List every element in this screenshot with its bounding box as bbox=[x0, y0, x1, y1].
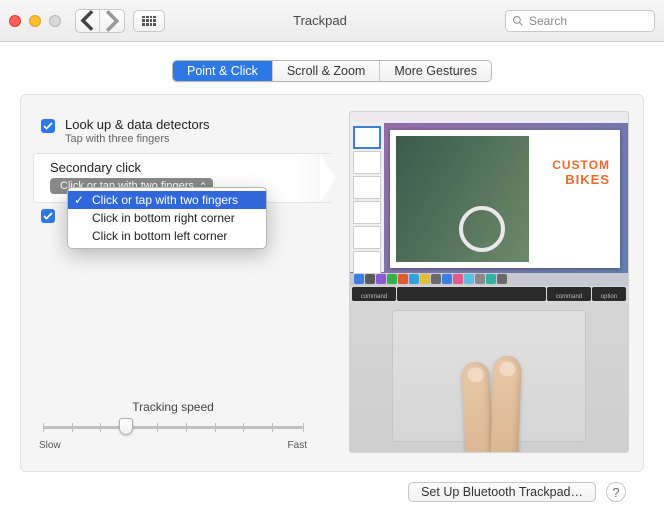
key-command-left: command bbox=[352, 287, 396, 301]
zoom-icon[interactable] bbox=[49, 15, 61, 27]
forward-button[interactable] bbox=[100, 10, 124, 32]
preview-text-1: CUSTOM bbox=[552, 158, 610, 172]
close-icon[interactable] bbox=[9, 15, 21, 27]
search-placeholder: Search bbox=[529, 14, 567, 28]
slider-thumb[interactable] bbox=[119, 418, 133, 435]
lookup-checkbox[interactable] bbox=[41, 119, 55, 133]
help-button[interactable]: ? bbox=[606, 482, 626, 502]
titlebar: Trackpad Search bbox=[0, 0, 664, 42]
grid-icon bbox=[142, 16, 156, 26]
fingers-illustration bbox=[434, 344, 554, 452]
check-icon: ✓ bbox=[74, 193, 84, 207]
options-column: Look up & data detectors Tap with three … bbox=[35, 111, 331, 453]
tracking-label: Tracking speed bbox=[35, 400, 311, 414]
key-option: option bbox=[592, 287, 626, 301]
content: Point & Click Scroll & Zoom More Gesture… bbox=[0, 42, 664, 514]
tab-point-click[interactable]: Point & Click bbox=[173, 61, 273, 81]
tab-scroll-zoom[interactable]: Scroll & Zoom bbox=[273, 61, 381, 81]
preview-column: CUSTOM BIKES command command option bbox=[349, 111, 629, 453]
tabbar: Point & Click Scroll & Zoom More Gesture… bbox=[20, 60, 644, 82]
secondary-dropdown: ✓ Click or tap with two fingers Click in… bbox=[67, 187, 267, 249]
tracking-speed: Tracking speed Slow Fast bbox=[35, 400, 311, 451]
slider-fast-label: Fast bbox=[288, 440, 307, 451]
window-title: Trackpad bbox=[173, 13, 497, 28]
lookup-sub: Tap with three fingers bbox=[65, 133, 210, 145]
option-lookup: Look up & data detectors Tap with three … bbox=[35, 111, 331, 153]
tab-more-gestures[interactable]: More Gestures bbox=[380, 61, 491, 81]
bluetooth-setup-button[interactable]: Set Up Bluetooth Trackpad… bbox=[408, 482, 596, 502]
gesture-preview: CUSTOM BIKES command command option bbox=[349, 111, 629, 453]
lookup-title: Look up & data detectors bbox=[65, 117, 210, 132]
window-controls bbox=[9, 15, 61, 27]
search-input[interactable]: Search bbox=[505, 10, 655, 32]
show-all-button[interactable] bbox=[133, 10, 165, 32]
slider-slow-label: Slow bbox=[39, 440, 61, 451]
minimize-icon[interactable] bbox=[29, 15, 41, 27]
dropdown-item-bottom-left[interactable]: Click in bottom left corner bbox=[68, 227, 266, 245]
preview-text-2: BIKES bbox=[552, 172, 610, 187]
key-command-right: command bbox=[547, 287, 591, 301]
back-button[interactable] bbox=[76, 10, 100, 32]
dropdown-item-two-fingers[interactable]: ✓ Click or tap with two fingers bbox=[68, 191, 266, 209]
main-panel: Look up & data detectors Tap with three … bbox=[20, 94, 644, 472]
secondary-title: Secondary click bbox=[50, 160, 213, 175]
footer: Set Up Bluetooth Trackpad… ? bbox=[20, 472, 644, 502]
tracking-slider[interactable] bbox=[43, 418, 303, 436]
nav-buttons bbox=[75, 9, 125, 33]
dropdown-item-bottom-right[interactable]: Click in bottom right corner bbox=[68, 209, 266, 227]
tap-checkbox[interactable] bbox=[41, 209, 55, 223]
search-icon bbox=[512, 15, 524, 27]
